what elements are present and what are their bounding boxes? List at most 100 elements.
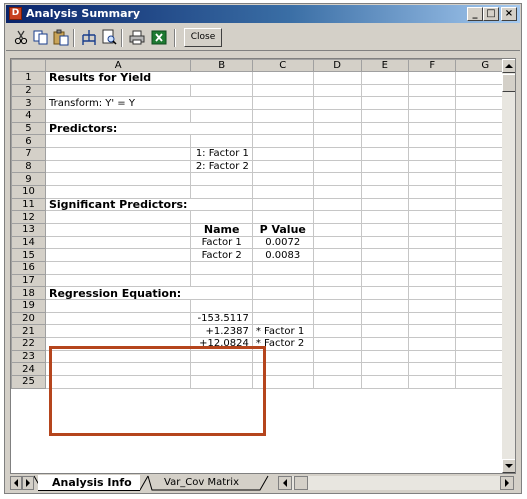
- column-header-d[interactable]: D: [312, 59, 362, 72]
- cell-c1[interactable]: [251, 71, 314, 85]
- row-header[interactable]: 9: [11, 172, 46, 187]
- cell-f11[interactable]: [408, 197, 457, 212]
- cell-b14[interactable]: Factor 1: [190, 235, 253, 250]
- cell-d5[interactable]: [312, 121, 362, 136]
- cell-c17[interactable]: [251, 273, 314, 288]
- cell-d7[interactable]: [312, 147, 362, 161]
- row-header[interactable]: 7: [11, 147, 46, 161]
- copy-icon[interactable]: [32, 29, 50, 46]
- cell-b11[interactable]: [190, 197, 253, 212]
- cell-f14[interactable]: [408, 235, 457, 250]
- cell-a22[interactable]: [44, 337, 192, 351]
- row-header[interactable]: 15: [11, 248, 46, 263]
- cell-c8[interactable]: [251, 159, 314, 174]
- cell-b21[interactable]: +1.2387: [190, 324, 253, 339]
- row-header[interactable]: 23: [11, 349, 46, 364]
- cell-f21[interactable]: [408, 324, 457, 339]
- cell-c10[interactable]: [251, 185, 314, 199]
- cell-d9[interactable]: [312, 172, 362, 187]
- cell-e4[interactable]: [360, 109, 410, 123]
- row-header[interactable]: 5: [11, 121, 46, 136]
- cell-d18[interactable]: [312, 286, 362, 301]
- cell-b22[interactable]: +12.0824: [190, 337, 253, 351]
- cell-c5[interactable]: [251, 121, 314, 136]
- cell-e23[interactable]: [360, 349, 410, 364]
- row-header[interactable]: 12: [11, 210, 46, 225]
- cell-b3[interactable]: [190, 96, 253, 111]
- cell-e15[interactable]: [360, 248, 410, 263]
- cell-f13[interactable]: [408, 223, 457, 237]
- cell-e19[interactable]: [360, 299, 410, 313]
- cell-f24[interactable]: [408, 362, 457, 377]
- scrollbar-thumb[interactable]: [502, 74, 515, 92]
- cell-d13[interactable]: [312, 223, 362, 237]
- horizontal-scrollbar[interactable]: [278, 476, 514, 490]
- cell-f1[interactable]: [408, 71, 457, 85]
- cell-e12[interactable]: [360, 210, 410, 225]
- cell-a2[interactable]: [44, 83, 192, 98]
- tab-scroll-left-icon[interactable]: [10, 476, 22, 490]
- cell-b8[interactable]: 2: Factor 2: [190, 159, 253, 174]
- cell-b25[interactable]: [190, 375, 253, 389]
- scroll-right-arrow-icon[interactable]: [500, 476, 514, 490]
- cell-c13[interactable]: P Value: [251, 223, 314, 237]
- spreadsheet-grid[interactable]: A B C D E F G 1 Results for Yield 2 3 Transf…: [11, 59, 515, 389]
- cell-d21[interactable]: [312, 324, 362, 339]
- cell-a1[interactable]: Results for Yield: [44, 71, 191, 85]
- cell-e24[interactable]: [360, 362, 410, 377]
- cell-e13[interactable]: [360, 223, 410, 237]
- cell-c16[interactable]: [251, 261, 314, 275]
- maximize-button[interactable]: □: [483, 7, 499, 21]
- scroll-left-arrow-icon[interactable]: [278, 476, 292, 490]
- cell-c23[interactable]: [251, 349, 314, 364]
- cell-c25[interactable]: [251, 375, 314, 389]
- row-header[interactable]: 11: [11, 197, 46, 212]
- cut-icon[interactable]: [12, 29, 30, 46]
- tab-var-cov-matrix[interactable]: Var_Cov Matrix: [150, 476, 251, 490]
- cell-b19[interactable]: [190, 299, 253, 313]
- cell-c6[interactable]: [251, 134, 314, 149]
- title-bar[interactable]: D Analysis Summary _ □ ×: [6, 5, 520, 23]
- row-header[interactable]: 13: [11, 223, 46, 237]
- cell-a11[interactable]: Significant Predictors:: [44, 197, 191, 212]
- cell-c20[interactable]: [251, 311, 314, 326]
- cell-e14[interactable]: [360, 235, 410, 250]
- row-header[interactable]: 18: [11, 286, 46, 301]
- cell-e18[interactable]: [360, 286, 410, 301]
- cell-f17[interactable]: [408, 273, 457, 288]
- print-icon[interactable]: [128, 29, 146, 46]
- row-header[interactable]: 25: [11, 375, 46, 389]
- cell-f8[interactable]: [408, 159, 457, 174]
- cell-a17[interactable]: [44, 273, 192, 288]
- column-header-a[interactable]: A: [44, 59, 192, 72]
- cell-f9[interactable]: [408, 172, 457, 187]
- excel-icon[interactable]: [150, 29, 168, 46]
- cell-e11[interactable]: [360, 197, 410, 212]
- cell-a15[interactable]: [44, 248, 192, 263]
- minimize-button[interactable]: _: [467, 7, 483, 21]
- close-button[interactable]: Close: [184, 28, 222, 47]
- cell-b7[interactable]: 1: Factor 1: [190, 147, 253, 161]
- cell-e16[interactable]: [360, 261, 410, 275]
- cell-a10[interactable]: [44, 185, 192, 199]
- cell-e8[interactable]: [360, 159, 410, 174]
- cell-f19[interactable]: [408, 299, 457, 313]
- cell-e25[interactable]: [360, 375, 410, 389]
- cell-b18[interactable]: [190, 286, 253, 301]
- cell-b23[interactable]: [190, 349, 253, 364]
- row-header[interactable]: 24: [11, 362, 46, 377]
- cell-f23[interactable]: [408, 349, 457, 364]
- cell-e5[interactable]: [360, 121, 410, 136]
- cell-a18[interactable]: Regression Equation:: [44, 286, 191, 301]
- cell-a24[interactable]: [44, 362, 192, 377]
- cell-e22[interactable]: [360, 337, 410, 351]
- cell-b2[interactable]: [190, 83, 253, 98]
- cell-b1[interactable]: [190, 71, 253, 85]
- cell-b20[interactable]: -153.5117: [190, 311, 253, 326]
- cell-c14[interactable]: 0.0072: [251, 235, 314, 250]
- cell-f10[interactable]: [408, 185, 457, 199]
- cell-d19[interactable]: [312, 299, 362, 313]
- tab-analysis-info[interactable]: Analysis Info: [38, 475, 140, 491]
- row-header[interactable]: 2: [11, 83, 46, 98]
- row-header[interactable]: 4: [11, 109, 46, 123]
